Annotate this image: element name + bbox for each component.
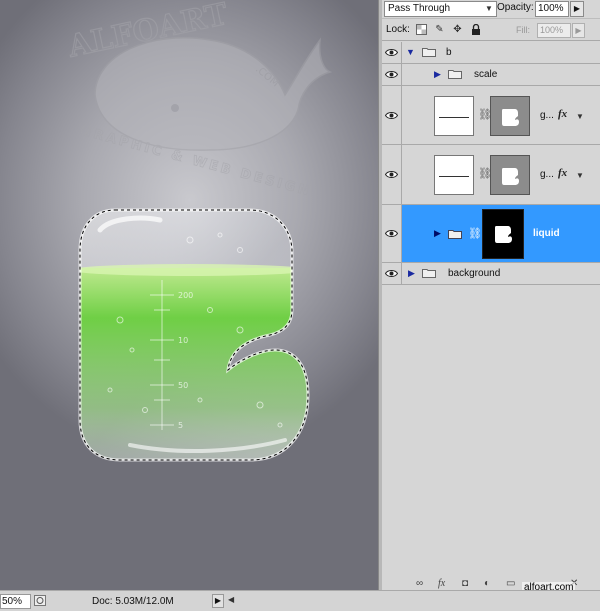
document-status-icon[interactable] — [34, 595, 46, 606]
eye-icon — [385, 270, 398, 277]
lock-position-move-icon[interactable]: ✥ — [452, 24, 463, 35]
expand-triangle-right-icon[interactable]: ▶ — [408, 268, 415, 279]
folder-icon — [422, 48, 436, 57]
effects-dropdown-arrow-icon[interactable]: ▼ — [576, 112, 584, 121]
opacity-input[interactable]: 100% — [535, 1, 569, 17]
link-layers-icon[interactable]: ∞ — [416, 578, 423, 589]
eye-icon — [385, 230, 398, 237]
layer-mask-thumbnail[interactable] — [490, 155, 530, 195]
fill-slider-arrow-icon[interactable]: ▶ — [572, 23, 585, 38]
layer-row-g2[interactable]: ⛓ g... fx ▼ — [382, 145, 600, 205]
layer-effects-fx-icon[interactable]: fx — [558, 108, 567, 120]
layer-thumbnail[interactable] — [434, 96, 474, 136]
visibility-toggle[interactable] — [382, 64, 402, 85]
link-chain-icon[interactable]: ⛓ — [468, 227, 482, 240]
layers-panel: Pass Through ▼ Opacity: 100% ▶ Lock: ✎ ✥… — [382, 0, 600, 593]
status-bar: 50% Doc: 5.03M/12.0M ▶ ◀ — [0, 590, 600, 611]
add-layer-style-icon[interactable]: fx — [438, 578, 445, 589]
add-mask-icon[interactable]: ◘ — [462, 578, 468, 589]
lock-label: Lock: — [386, 24, 410, 35]
opacity-slider-arrow-icon[interactable]: ▶ — [570, 1, 584, 17]
layer-row-liquid[interactable]: ▶ ⛓ liquid — [382, 205, 600, 263]
scroll-left-arrow-icon[interactable]: ◀ — [228, 595, 234, 604]
layer-effects-fx-icon[interactable]: fx — [558, 167, 567, 179]
layer-row-b[interactable]: ▼ b — [382, 42, 600, 64]
scale-label-50: 50 — [178, 381, 188, 390]
visibility-toggle[interactable] — [382, 205, 402, 262]
eye-icon — [385, 49, 398, 56]
layer-name[interactable]: b — [446, 47, 452, 58]
folder-icon — [448, 70, 462, 79]
lock-pixels-brush-icon[interactable]: ✎ — [434, 24, 445, 35]
lock-transparency-icon[interactable] — [416, 24, 427, 35]
adjustment-layer-icon[interactable]: ◐ — [484, 578, 490, 589]
scale-label-200: 200 — [178, 291, 193, 300]
layer-row-scale[interactable]: ▶ scale — [382, 64, 600, 86]
layer-name[interactable]: g... — [540, 110, 554, 121]
folder-icon — [448, 230, 462, 239]
layer-thumbnail[interactable] — [434, 155, 474, 195]
layer-name[interactable]: background — [448, 268, 500, 279]
layers-panel-options-bar: Pass Through ▼ Opacity: 100% ▶ — [382, 0, 600, 19]
visibility-toggle[interactable] — [382, 42, 402, 63]
layer-name[interactable]: liquid — [533, 228, 560, 239]
new-group-icon[interactable]: ▭ — [506, 578, 515, 589]
effects-dropdown-arrow-icon[interactable]: ▼ — [576, 171, 584, 180]
visibility-toggle[interactable] — [382, 145, 402, 204]
eye-icon — [385, 171, 398, 178]
zoom-level-field[interactable]: 50% — [0, 594, 31, 609]
layer-row-background[interactable]: ▶ background — [382, 263, 600, 285]
lock-all-padlock-icon[interactable] — [470, 23, 481, 35]
eye-icon — [385, 112, 398, 119]
document-canvas[interactable]: ALFOART .COM GRAPHIC & WEB DESIGN 200 10… — [0, 0, 378, 590]
layer-mask-thumbnail[interactable] — [490, 96, 530, 136]
scale-label-5: 5 — [178, 421, 183, 430]
layer-mask-thumbnail[interactable] — [482, 209, 524, 259]
layer-name[interactable]: g... — [540, 169, 554, 180]
visibility-toggle[interactable] — [382, 263, 402, 284]
status-menu-arrow-icon[interactable]: ▶ — [212, 594, 224, 608]
folder-icon — [422, 269, 436, 278]
fill-input[interactable]: 100% — [537, 23, 571, 38]
alfoart-watermark-logo: ALFOART .COM GRAPHIC & WEB DESIGN — [64, 0, 333, 200]
expand-triangle-down-icon[interactable]: ▼ — [406, 47, 415, 57]
document-size-info: Doc: 5.03M/12.0M — [92, 596, 174, 607]
scale-label-10: 10 — [178, 336, 188, 345]
fill-label: Fill: — [516, 25, 530, 35]
visibility-toggle[interactable] — [382, 86, 402, 144]
glass-letter-b-artwork: 200 10 50 5 — [78, 208, 310, 462]
opacity-label: Opacity: — [497, 2, 534, 13]
blend-mode-value: Pass Through — [388, 3, 451, 14]
eye-icon — [385, 71, 398, 78]
lock-bar: Lock: ✎ ✥ Fill: 100% ▶ — [382, 20, 600, 41]
blend-mode-dropdown[interactable]: Pass Through ▼ — [384, 1, 497, 17]
expand-triangle-right-icon[interactable]: ▶ — [434, 69, 441, 80]
layer-name[interactable]: scale — [474, 69, 497, 80]
expand-triangle-right-icon[interactable]: ▶ — [434, 228, 441, 239]
chevron-down-icon: ▼ — [485, 4, 493, 13]
layer-row-g1[interactable]: ⛓ g... fx ▼ — [382, 86, 600, 145]
